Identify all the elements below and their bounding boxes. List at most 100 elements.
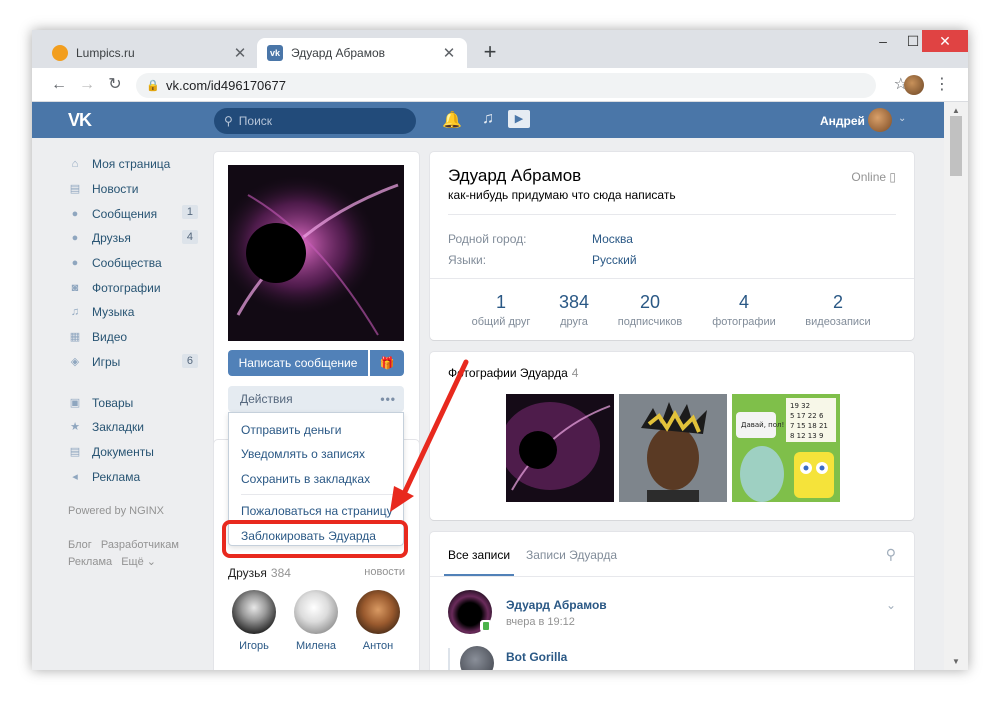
- documents-icon: ▤: [69, 445, 81, 458]
- portrait-photo: [619, 394, 727, 502]
- powered-by-text: Powered by NGINX: [68, 504, 164, 517]
- lock-icon: 🔒: [146, 80, 160, 92]
- friend-anton[interactable]: Антон: [348, 590, 408, 652]
- music-icon: ♫: [70, 306, 80, 319]
- chevron-down-icon[interactable]: ⌄: [886, 598, 896, 612]
- cartoon-meme-image: Давай, пол! 19 32 5 17 22 6 7 15 18 21 8…: [732, 394, 840, 502]
- menu-label: Моя страница: [92, 157, 171, 172]
- play-icon[interactable]: ▶: [508, 110, 530, 128]
- profile-avatar-image[interactable]: [228, 165, 404, 341]
- search-icon: ⚲: [224, 114, 233, 128]
- wall-card: Все записи Записи Эдуарда ⚲ Эдуард Абрам…: [430, 532, 914, 670]
- friends-title-text: Друзья: [228, 566, 267, 580]
- photo-thumbnail-2[interactable]: [619, 394, 727, 502]
- menu-item-friends[interactable]: ● Друзья 4: [68, 226, 208, 251]
- browser-toolbar: ← → ↻ 🔒 vk.com/id496170677 ☆ ⋮: [32, 68, 968, 102]
- vk-logo[interactable]: VK: [68, 110, 92, 131]
- svg-text:19 32: 19 32: [790, 402, 810, 410]
- post-author-name[interactable]: Эдуард Абрамов: [506, 598, 607, 612]
- bookmarks-icon: ★: [70, 421, 80, 434]
- repost-author-avatar[interactable]: [460, 646, 494, 670]
- menu-item-messages[interactable]: ● Сообщения 1: [68, 201, 208, 226]
- friend-igor[interactable]: Игорь: [224, 590, 284, 652]
- news-icon: ▤: [69, 183, 81, 196]
- menu-item-video[interactable]: ▦ Видео: [68, 325, 208, 350]
- page-viewport: VK ⚲ Поиск 🔔 ♫ ▶ Андрей ⌄ ▲ ▼ ⌂ Моя стран…: [32, 102, 968, 670]
- browser-menu-icon[interactable]: ⋮: [934, 74, 950, 94]
- menu-item-send-money[interactable]: Отправить деньги: [241, 423, 341, 437]
- search-icon[interactable]: ⚲: [886, 546, 896, 563]
- footer-link-developers[interactable]: Разработчикам: [101, 539, 179, 551]
- photos-title[interactable]: Фотографии Эдуарда 4: [448, 366, 578, 380]
- footer-link-blog[interactable]: Блог: [68, 539, 92, 551]
- hometown-value[interactable]: Москва: [592, 232, 633, 246]
- stat-followers[interactable]: 20 подписчиков: [605, 292, 695, 328]
- close-tab-icon[interactable]: ✕: [441, 44, 457, 62]
- friends-title[interactable]: Друзья 384: [228, 566, 291, 580]
- tab-lumpics[interactable]: Lumpics.ru ✕: [42, 38, 258, 68]
- repost-author-name[interactable]: Bot Gorilla: [506, 650, 567, 664]
- forward-icon[interactable]: →: [76, 74, 98, 96]
- tab-owner-posts[interactable]: Записи Эдуарда: [526, 548, 617, 562]
- menu-item-documents[interactable]: ▤ Документы: [68, 440, 208, 465]
- scroll-up-icon[interactable]: ▲: [944, 106, 968, 115]
- menu-item-bookmarks[interactable]: ★ Закладки: [68, 415, 208, 440]
- profile-info-card: Эдуард Абрамов как-нибудь придумаю что с…: [430, 152, 914, 340]
- video-icon: ▦: [69, 331, 81, 344]
- vk-search-input[interactable]: ⚲ Поиск: [214, 108, 416, 134]
- menu-item-photos[interactable]: ◙ Фотографии: [68, 275, 208, 300]
- menu-item-communities[interactable]: ● Сообщества: [68, 251, 208, 276]
- minimize-button[interactable]: –: [868, 30, 898, 52]
- vk-user-name[interactable]: Андрей: [820, 114, 865, 128]
- address-bar[interactable]: 🔒 vk.com/id496170677 ☆: [136, 73, 908, 98]
- actions-button[interactable]: Действия •••: [228, 386, 404, 412]
- friend-avatar: [294, 590, 338, 634]
- bell-icon[interactable]: 🔔: [442, 110, 462, 130]
- vk-user-avatar[interactable]: [868, 108, 892, 132]
- page-scrollbar[interactable]: ▲ ▼: [944, 102, 968, 670]
- post-time[interactable]: вчера в 19:12: [506, 616, 575, 628]
- menu-item-ads[interactable]: ◂ Реклама: [68, 464, 208, 489]
- svg-text:Давай, пол!: Давай, пол!: [741, 421, 784, 429]
- friends-news-link[interactable]: новости: [364, 566, 405, 578]
- scroll-down-icon[interactable]: ▼: [944, 657, 968, 666]
- vk-header: VK ⚲ Поиск 🔔 ♫ ▶ Андрей ⌄: [32, 102, 944, 138]
- menu-item-games[interactable]: ◈ Игры 6: [68, 350, 208, 375]
- menu-label: Закладки: [92, 420, 144, 435]
- photo-thumbnail-1[interactable]: [506, 394, 614, 502]
- new-tab-button[interactable]: +: [478, 40, 502, 64]
- footer-link-ads[interactable]: Реклама: [68, 556, 112, 568]
- reload-icon[interactable]: ↻: [104, 74, 126, 96]
- tab-vk-profile[interactable]: vk Эдуард Абрамов ✕: [257, 38, 467, 68]
- close-window-button[interactable]: ✕: [922, 30, 968, 52]
- profile-name: Эдуард Абрамов: [448, 166, 582, 185]
- menu-item-goods[interactable]: ▣ Товары: [68, 390, 208, 415]
- friend-avatar: [356, 590, 400, 634]
- tab-all-posts[interactable]: Все записи: [448, 548, 510, 562]
- stat-videos[interactable]: 2 видеозаписи: [793, 292, 883, 328]
- photos-card: Фотографии Эдуарда 4 Давай, пол! 19 32 5…: [430, 352, 914, 520]
- gift-icon[interactable]: 🎁: [370, 350, 404, 376]
- tab-title: Lumpics.ru: [76, 46, 135, 60]
- stat-photos[interactable]: 4 фотографии: [699, 292, 789, 328]
- menu-item-save-bookmarks[interactable]: Сохранить в закладках: [241, 472, 370, 486]
- profile-status[interactable]: как-нибудь придумаю что сюда написать: [448, 188, 676, 202]
- back-icon[interactable]: ←: [48, 74, 70, 96]
- friends-count: 384: [270, 566, 291, 580]
- menu-item-notify-posts[interactable]: Уведомлять о записях: [241, 447, 365, 461]
- friend-milena[interactable]: Милена: [286, 590, 346, 652]
- footer-link-more[interactable]: Ещё ⌄: [121, 556, 156, 568]
- goods-icon: ▣: [69, 396, 81, 409]
- chevron-down-icon[interactable]: ⌄: [898, 113, 906, 124]
- menu-item-news[interactable]: ▤ Новости: [68, 177, 208, 202]
- music-note-icon[interactable]: ♫: [482, 110, 494, 128]
- photo-thumbnail-3[interactable]: Давай, пол! 19 32 5 17 22 6 7 15 18 21 8…: [732, 394, 840, 502]
- menu-item-my-page[interactable]: ⌂ Моя страница: [68, 152, 208, 177]
- send-message-button[interactable]: Написать сообщение: [228, 350, 368, 376]
- scroll-thumb[interactable]: [950, 116, 962, 176]
- browser-profile-avatar[interactable]: [904, 75, 924, 95]
- menu-item-report-page[interactable]: Пожаловаться на страницу: [241, 504, 393, 518]
- languages-value[interactable]: Русский: [592, 253, 637, 267]
- close-tab-icon[interactable]: ✕: [232, 44, 248, 62]
- menu-item-music[interactable]: ♫ Музыка: [68, 300, 208, 325]
